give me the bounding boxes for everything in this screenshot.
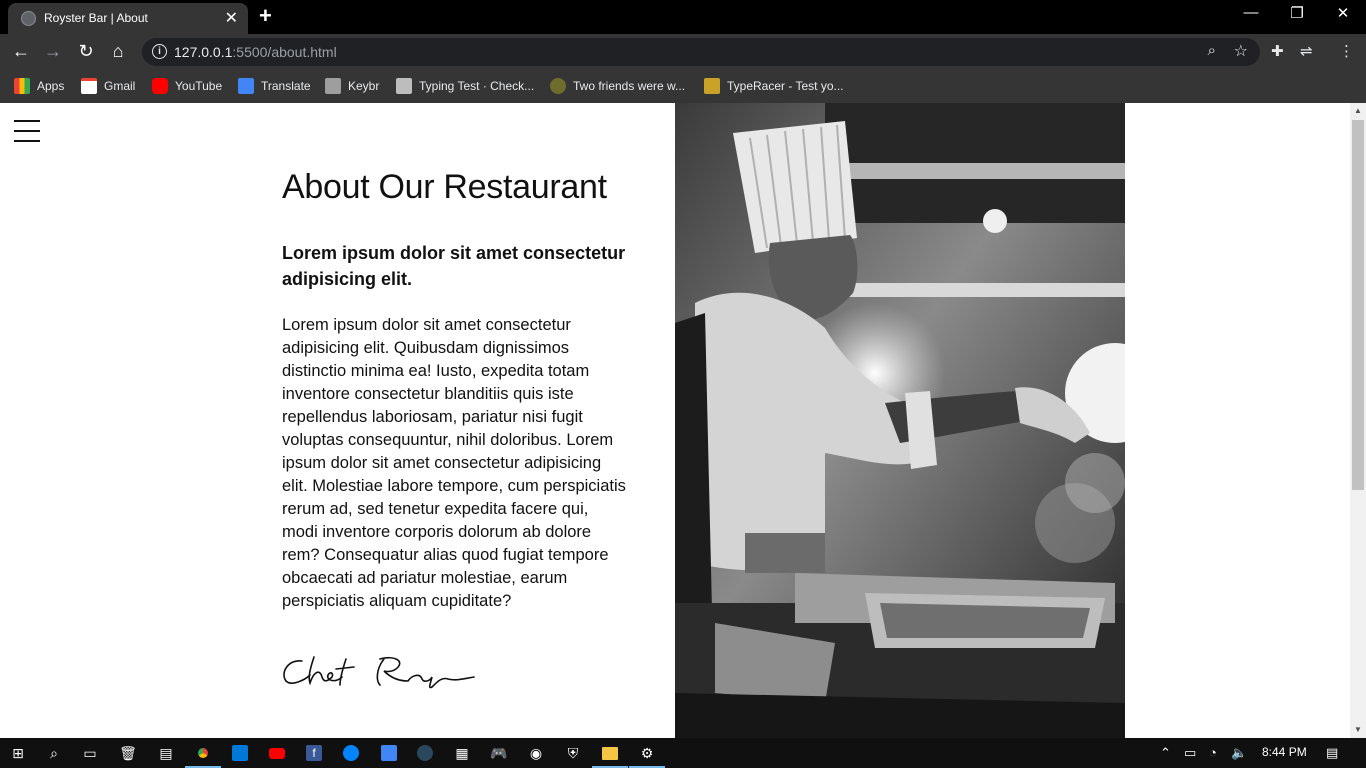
- minimize-icon[interactable]: —: [1228, 4, 1274, 21]
- scroll-down-icon[interactable]: ▼: [1354, 725, 1362, 734]
- hamburger-menu-icon[interactable]: [14, 120, 40, 142]
- tab-active[interactable]: Royster Bar | About ✕: [8, 3, 248, 34]
- about-body: Lorem ipsum dolor sit amet consectetur a…: [282, 316, 626, 610]
- bookmark-typeracer[interactable]: TypeRacer - Test yo...: [704, 76, 844, 96]
- windows-taskbar: ⊞ ⌕ ▭ 🗑 ▤ f ▦ 🎮 ◉ ⛨ ⚙ ⌃ ▭ ◔ 🔈 8:44 PM ▤: [0, 738, 1366, 768]
- bookmark-apps[interactable]: Apps: [14, 76, 64, 96]
- bookmark-keybr[interactable]: Keybr: [325, 76, 379, 96]
- vscode-icon[interactable]: [230, 743, 250, 763]
- chrome-icon[interactable]: [185, 743, 221, 768]
- search-icon[interactable]: ⌕: [44, 743, 64, 763]
- zoom-icon[interactable]: ⌕: [1208, 42, 1216, 59]
- new-tab-button[interactable]: +: [259, 3, 272, 29]
- tray-chevron-up-icon[interactable]: ⌃: [1160, 745, 1171, 761]
- battery-icon[interactable]: ▭: [1184, 745, 1196, 761]
- page-title: About Our Restaurant: [282, 168, 607, 206]
- race-car-icon: [704, 78, 720, 94]
- settings-gear-icon[interactable]: ⚙: [629, 743, 665, 768]
- story-icon: [550, 78, 566, 94]
- shield-icon[interactable]: ⛨: [563, 743, 583, 763]
- chef-signature: [283, 656, 475, 689]
- extension-icon[interactable]: ⇌: [1300, 42, 1313, 60]
- recycle-bin-icon[interactable]: 🗑: [118, 743, 138, 763]
- scroll-up-icon[interactable]: ▲: [1354, 106, 1362, 115]
- menu-kebab-icon[interactable]: ⋮: [1339, 42, 1354, 60]
- globe-app-icon[interactable]: ◉: [526, 743, 546, 763]
- controller-icon[interactable]: 🎮: [489, 743, 509, 763]
- globe-icon: [21, 11, 36, 26]
- tab-title: Royster Bar | About: [44, 11, 148, 25]
- messenger-icon[interactable]: [341, 743, 361, 763]
- notification-icon[interactable]: ▤: [1326, 745, 1338, 761]
- typewriter-icon: [396, 78, 412, 94]
- close-window-icon[interactable]: ✕: [1320, 4, 1366, 22]
- bookmark-gmail[interactable]: Gmail: [81, 76, 135, 96]
- tab-strip: Royster Bar | About ✕ + — ❐ ✕: [0, 0, 1366, 34]
- home-icon[interactable]: ⌂: [107, 41, 129, 62]
- page-scrollbar[interactable]: ▲ ▼: [1350, 103, 1366, 738]
- close-tab-icon[interactable]: ✕: [225, 8, 238, 28]
- volume-icon[interactable]: 🔈: [1231, 745, 1247, 761]
- youtube-app-icon[interactable]: [267, 743, 287, 763]
- about-subtitle: Lorem ipsum dolor sit amet consectetur a…: [282, 243, 626, 289]
- bookmark-youtube[interactable]: YouTube: [152, 76, 222, 96]
- address-bar[interactable]: i 127.0.0.1:5500/about.html ⌕ ☆: [142, 38, 1260, 66]
- reload-icon[interactable]: ↻: [75, 41, 97, 62]
- apps-grid-icon: [14, 78, 30, 94]
- terminal-icon[interactable]: ▤: [156, 743, 176, 763]
- game-icon[interactable]: ▦: [452, 743, 472, 763]
- scrollbar-thumb[interactable]: [1352, 120, 1364, 490]
- keyboard-icon: [325, 78, 341, 94]
- taskbar-clock[interactable]: 8:44 PM: [1262, 745, 1307, 759]
- info-icon[interactable]: i: [152, 44, 167, 59]
- back-icon[interactable]: ←: [10, 41, 32, 62]
- about-section: About Our Restaurant Lorem ipsum dolor s…: [282, 167, 627, 613]
- bookmark-translate[interactable]: Translate: [238, 76, 311, 96]
- browser-toolbar: ← → ↻ ⌂ i 127.0.0.1:5500/about.html ⌕ ☆ …: [0, 34, 1366, 70]
- translate-app-icon[interactable]: [379, 743, 399, 763]
- extensions-icon[interactable]: ✚: [1271, 42, 1284, 60]
- url-text[interactable]: 127.0.0.1:5500/about.html: [174, 44, 337, 60]
- restore-icon[interactable]: ❐: [1274, 4, 1320, 22]
- steam-icon[interactable]: [415, 743, 435, 763]
- forward-icon[interactable]: →: [42, 41, 64, 62]
- task-view-icon[interactable]: ▭: [80, 743, 100, 763]
- page-viewport: About Our Restaurant Lorem ipsum dolor s…: [0, 103, 1350, 738]
- facebook-icon[interactable]: f: [304, 743, 324, 763]
- youtube-icon: [152, 78, 168, 94]
- file-explorer-icon[interactable]: [592, 743, 628, 768]
- bookmark-two-friends[interactable]: Two friends were w...: [550, 76, 685, 96]
- bookmark-star-icon[interactable]: ☆: [1234, 41, 1248, 61]
- chef-photo: [675, 103, 1125, 738]
- wifi-icon[interactable]: ◔: [1209, 745, 1217, 760]
- bookmark-typing-test[interactable]: Typing Test · Check...: [396, 76, 534, 96]
- gmail-icon: [81, 78, 97, 94]
- bookmarks-bar: Apps Gmail YouTube Translate Keybr Typin…: [0, 70, 1366, 103]
- translate-icon: [238, 78, 254, 94]
- windows-start-icon[interactable]: ⊞: [8, 743, 28, 763]
